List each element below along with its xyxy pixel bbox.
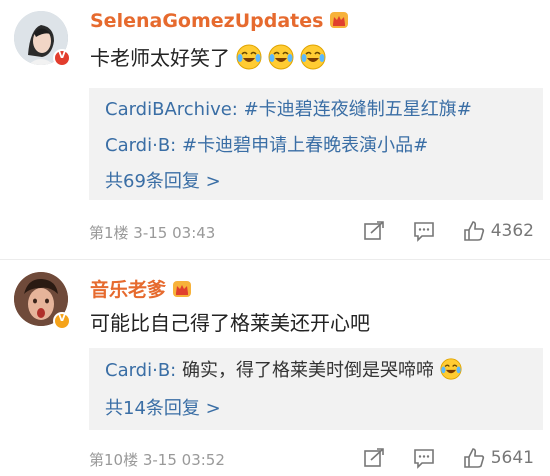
share-icon[interactable]: [363, 447, 385, 469]
comment-icon[interactable]: [413, 220, 435, 242]
floor-and-time: 第1楼 3-15 03:43: [89, 224, 216, 242]
verified-badge: V: [53, 49, 71, 67]
like-count: 4362: [490, 221, 534, 241]
comment-item: V SelenaGomezUpdates 卡老师太好笑了 CardiBArchi…: [0, 0, 550, 255]
username[interactable]: SelenaGomezUpdates: [90, 10, 349, 32]
reply-box[interactable]: CardiBArchive: #卡迪碧连夜缝制五星红旗# Cardi·B: #卡…: [89, 88, 543, 200]
share-icon[interactable]: [363, 220, 385, 242]
verified-badge: V: [53, 312, 71, 330]
like-icon[interactable]: [463, 220, 485, 242]
reply-author[interactable]: CardiBArchive:: [105, 99, 238, 120]
comment-text: 可能比自己得了格莱美还开心吧: [90, 311, 370, 335]
laughing-crying-emoji: [236, 44, 262, 70]
reply-hashtag[interactable]: #卡迪碧连夜缝制五星红旗#: [244, 99, 472, 120]
reply-text: 确实，得了格莱美时倒是哭啼啼: [181, 360, 434, 381]
divider: [0, 259, 550, 260]
floor-and-time: 第10楼 3-15 03:52: [89, 451, 225, 469]
more-replies-link[interactable]: 共69条回复 >: [105, 167, 221, 193]
comment-icon[interactable]: [413, 447, 435, 469]
like-icon[interactable]: [463, 447, 485, 469]
reply-author[interactable]: Cardi·B:: [105, 360, 176, 381]
comment-text: 卡老师太好笑了: [90, 42, 326, 71]
more-replies-link[interactable]: 共14条回复 >: [105, 394, 221, 420]
laughing-crying-emoji: [268, 44, 294, 70]
reply-item[interactable]: Cardi·B: #卡迪碧申请上春晚表演小品#: [105, 131, 428, 157]
comment-actions: 4362: [335, 220, 534, 242]
crown-icon: [173, 281, 192, 297]
reply-item[interactable]: Cardi·B: 确实，得了格莱美时倒是哭啼啼: [105, 356, 462, 382]
crown-icon: [330, 12, 349, 28]
like-count: 5641: [490, 448, 534, 468]
reply-author[interactable]: Cardi·B:: [105, 135, 176, 156]
reply-box[interactable]: Cardi·B: 确实，得了格莱美时倒是哭啼啼 共14条回复 >: [89, 348, 543, 430]
username[interactable]: 音乐老爹: [90, 275, 192, 302]
laughing-crying-emoji: [300, 44, 326, 70]
reply-hashtag[interactable]: #卡迪碧申请上春晚表演小品#: [182, 135, 428, 156]
laughing-crying-emoji: [440, 358, 462, 380]
comment-actions: 5641: [335, 447, 534, 469]
reply-item[interactable]: CardiBArchive: #卡迪碧连夜缝制五星红旗#: [105, 95, 472, 121]
